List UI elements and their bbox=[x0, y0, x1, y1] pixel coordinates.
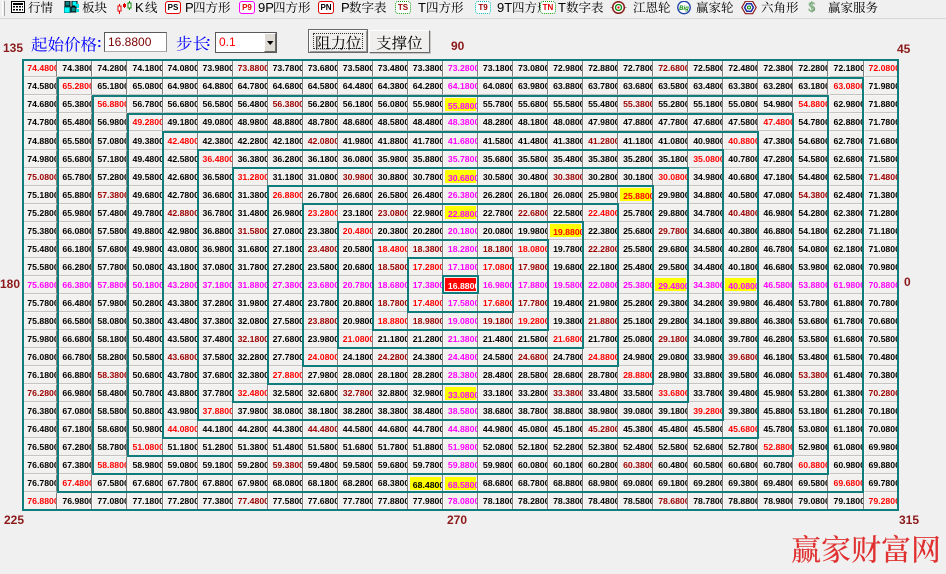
svg-text:Big: Big bbox=[679, 6, 689, 12]
